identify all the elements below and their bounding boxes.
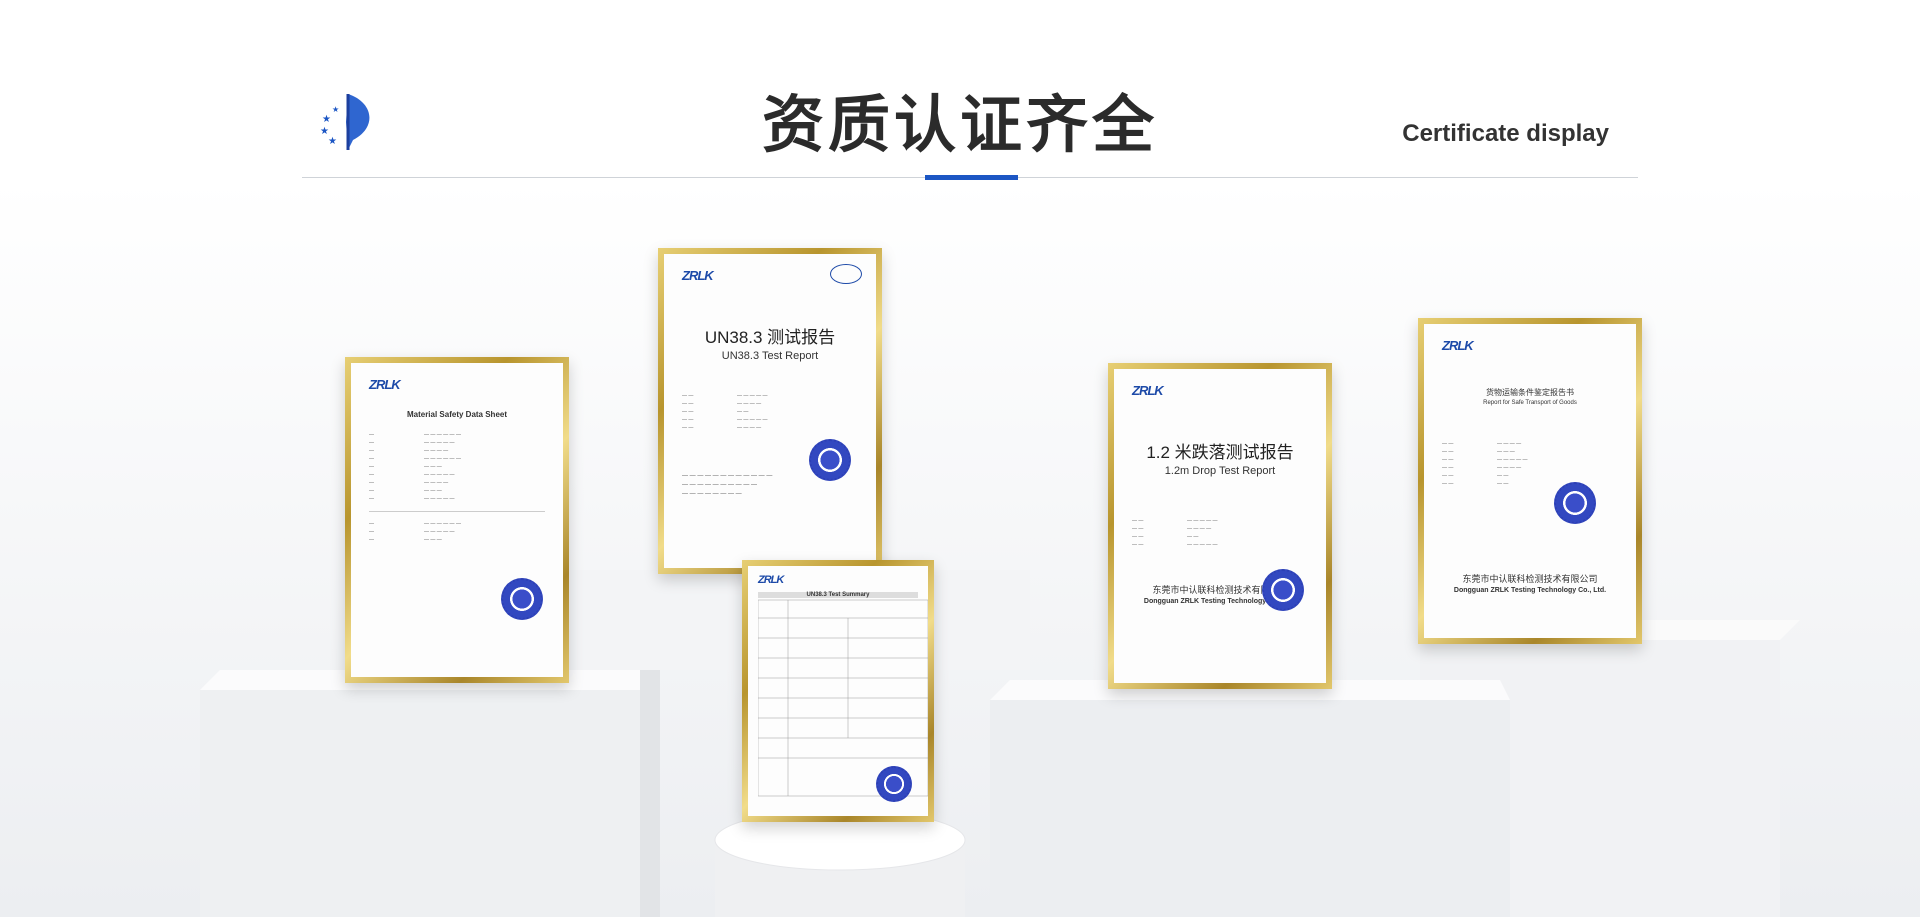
certificate-subtitle: UN38.3 Test Report bbox=[721, 350, 819, 362]
certificate-subtitle: Report for Safe Transport of Goods bbox=[1483, 400, 1577, 406]
section-header: ★ ★ ★ ★ 资质认证齐全 Certificate display bbox=[0, 0, 1920, 200]
table-row: — — — — — — — bbox=[1442, 457, 1528, 463]
certificate-safe-transport: ZRLK 货物运输条件鉴定报告书 Report for Safe Transpo… bbox=[1418, 318, 1642, 644]
page-title: 资质认证齐全 bbox=[761, 88, 1158, 161]
table-row: — — — — — bbox=[369, 480, 449, 486]
table-row: — — — — — — — bbox=[682, 417, 768, 423]
table-row: — — — — — bbox=[369, 448, 449, 454]
table-row: — — — — — — bbox=[369, 440, 455, 446]
certificate-msds: ZRLK Material Safety Data Sheet — — — — —… bbox=[345, 357, 569, 683]
certificate-subtitle: 1.2m Drop Test Report bbox=[1164, 465, 1276, 477]
table-row: — — — — bbox=[369, 537, 442, 543]
certificate-title: Material Safety Data Sheet bbox=[406, 410, 508, 419]
table-row: — — — — — — bbox=[369, 496, 455, 502]
certificate-un383: ZRLK UN38.3 测试报告 UN38.3 Test Report — — —… bbox=[658, 248, 882, 574]
table-row: — — — — — — bbox=[369, 529, 455, 535]
table-row: — — — — bbox=[1442, 481, 1509, 487]
seal-icon bbox=[1262, 569, 1304, 611]
issuer-name: 东莞市中认联科检测技术有限公司 bbox=[1462, 574, 1598, 584]
table-row: — — — — — — — bbox=[682, 393, 768, 399]
table-row: — — — — — bbox=[1442, 449, 1515, 455]
certificate-title: 1.2 米跌落测试报告 bbox=[1146, 443, 1294, 462]
table-row: — — — — — — — bbox=[1132, 542, 1218, 548]
table-row: — — — — bbox=[1132, 534, 1199, 540]
seal-icon bbox=[501, 578, 543, 620]
seal-icon bbox=[876, 766, 912, 802]
certificate-title: 货物运输条件鉴定报告书 bbox=[1486, 388, 1574, 397]
table-row: — — — — bbox=[682, 409, 749, 415]
table-row: — — — — bbox=[1442, 473, 1509, 479]
table-row: — — — — — — bbox=[1442, 465, 1522, 471]
table-row: — — — — — — — bbox=[1132, 518, 1218, 524]
seal-icon bbox=[809, 439, 851, 481]
table-row: — — — — — — — bbox=[369, 456, 461, 462]
table-row: — — — — — — bbox=[682, 401, 762, 407]
table-row: — — — — — — bbox=[1132, 526, 1212, 532]
brand-logo: ZRLK bbox=[1132, 383, 1164, 398]
table-row: — — — — — — bbox=[369, 472, 455, 478]
certificate-title: UN38.3 测试报告 bbox=[704, 328, 836, 347]
certificate-test-summary: ZRLK UN38.3 Test Summary bbox=[742, 560, 934, 822]
brand-logo: ZRLK bbox=[1442, 338, 1474, 353]
page-subtitle: Certificate display bbox=[1402, 120, 1609, 147]
brand-logo: ZRLK bbox=[758, 574, 784, 586]
cnas-icon bbox=[830, 264, 862, 284]
showcase-stage: ZRLK Material Safety Data Sheet — — — — —… bbox=[0, 180, 1920, 917]
seal-icon bbox=[1554, 482, 1596, 524]
table-row: — — — — — — bbox=[1442, 441, 1522, 447]
table-row: — — — — — — bbox=[682, 425, 762, 431]
table-row: — — — — bbox=[369, 488, 442, 494]
table-row: — — — — — — — bbox=[369, 521, 461, 527]
certificate-drop-test: ZRLK 1.2 米跌落测试报告 1.2m Drop Test Report —… bbox=[1108, 363, 1332, 689]
issuer-name-en: Dongguan ZRLK Testing Technology Co., Lt… bbox=[1453, 587, 1607, 594]
table-row: — — — — bbox=[369, 464, 442, 470]
table-row: — — — — — — — bbox=[369, 432, 461, 438]
brand-logo: ZRLK bbox=[369, 377, 401, 392]
